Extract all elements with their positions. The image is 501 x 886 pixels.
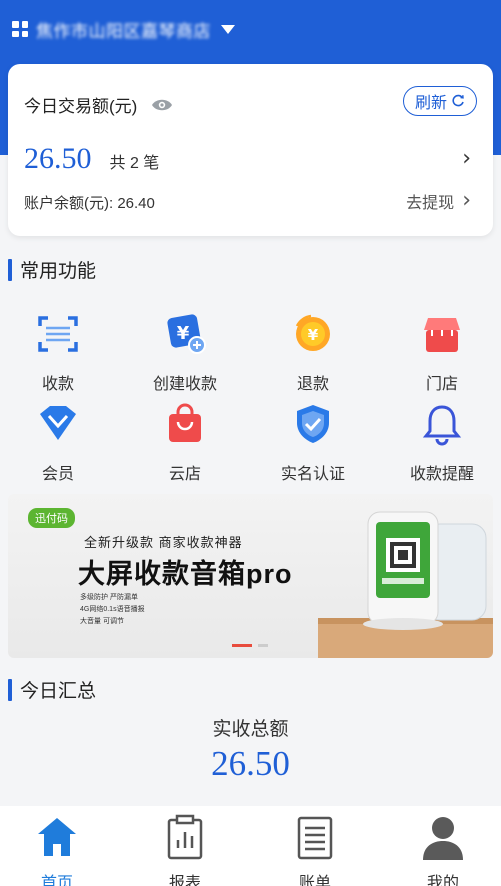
func-label: 会员 <box>41 466 74 483</box>
promo-banner[interactable]: 迅付码 全新升级款 商家收款神器 大屏收款音箱pro 多级防护 严防漏单 4G网… <box>8 494 493 658</box>
account-balance: 账户余额(元): 26.40 <box>24 195 155 212</box>
tab-report[interactable]: 报表 <box>140 814 230 886</box>
caret-down-icon <box>221 24 235 34</box>
withdraw-label: 去提现 <box>406 194 455 212</box>
section-today-summary: 今日汇总 <box>8 676 96 703</box>
tab-profile[interactable]: 我的 <box>398 814 488 886</box>
bell-icon <box>422 405 462 446</box>
card-title: 今日交易额(元) <box>24 97 138 116</box>
section-common-functions: 常用功能 <box>8 256 96 283</box>
eye-icon[interactable] <box>151 98 173 112</box>
report-icon <box>167 814 203 860</box>
store-name: 焦作市山阳区嘉琴商店 <box>36 21 211 41</box>
func-payment-reminder[interactable]: 收款提醒 <box>392 402 492 484</box>
refresh-icon <box>452 94 464 107</box>
func-label: 收款提醒 <box>409 466 474 483</box>
func-label: 云店 <box>168 466 201 483</box>
func-cloud-store[interactable]: 云店 <box>135 402 235 484</box>
func-store[interactable]: 门店 <box>392 312 492 394</box>
scan-icon <box>38 316 78 352</box>
banner-indicator <box>258 644 268 647</box>
transaction-count: 共 2 笔 <box>109 155 160 172</box>
create-payment-icon: ¥ <box>167 314 206 354</box>
amount-row[interactable]: 26.50 共 2 笔 <box>24 142 159 176</box>
store-selector[interactable]: 焦作市山阳区嘉琴商店 <box>12 14 235 44</box>
summary-amount: 26.50 <box>211 744 290 783</box>
section-accent-bar <box>8 678 12 701</box>
withdraw-link[interactable]: 去提现 › <box>406 188 471 213</box>
today-card: 今日交易额(元) 刷新 26.50 共 2 笔 › 账户余额(元): 26.40… <box>8 64 493 236</box>
store-icon <box>424 318 460 352</box>
func-label: 创建收款 <box>152 376 217 393</box>
banner-logo: 迅付码 <box>28 508 75 528</box>
banner-subtitle: 全新升级款 商家收款神器 <box>84 535 243 550</box>
section-title: 常用功能 <box>20 261 97 282</box>
func-create-payment[interactable]: ¥ 创建收款 <box>135 312 235 394</box>
bill-icon <box>297 816 333 860</box>
home-icon <box>38 818 76 856</box>
tab-label: 我的 <box>426 875 459 886</box>
diamond-icon <box>40 406 76 440</box>
section-title: 今日汇总 <box>20 681 97 702</box>
banner-feature: 4G网络0.1s语音播报 <box>80 606 145 613</box>
svg-text:¥: ¥ <box>177 323 190 344</box>
today-amount: 26.50 <box>24 142 92 175</box>
func-label: 实名认证 <box>280 466 345 483</box>
func-real-name[interactable]: 实名认证 <box>263 402 363 484</box>
func-label: 收款 <box>41 376 74 393</box>
profile-icon <box>423 817 463 860</box>
banner-indicator-active <box>232 644 252 647</box>
speaker-device-image <box>318 511 493 658</box>
func-refund[interactable]: ¥ 退款 <box>263 312 363 394</box>
shield-check-icon <box>297 405 329 443</box>
card-title-row: 今日交易额(元) <box>24 92 173 117</box>
tab-label: 账单 <box>298 875 331 886</box>
chevron-right-icon: › <box>462 188 471 213</box>
section-accent-bar <box>8 258 12 281</box>
grid-icon <box>12 21 28 37</box>
func-label: 门店 <box>425 376 458 393</box>
tab-label: 报表 <box>168 875 201 886</box>
bottom-tab-bar: 首页 报表 账单 我的 <box>0 806 501 886</box>
func-collect[interactable]: 收款 <box>8 312 108 394</box>
banner-feature: 大音量 可调节 <box>80 618 124 625</box>
shopping-bag-icon <box>169 403 201 442</box>
refresh-label: 刷新 <box>414 95 447 112</box>
func-member[interactable]: 会员 <box>8 402 108 484</box>
status-bar <box>0 0 501 12</box>
tab-home[interactable]: 首页 <box>12 814 102 886</box>
chevron-right-icon[interactable]: › <box>462 146 471 171</box>
refresh-button[interactable]: 刷新 <box>403 86 477 116</box>
svg-text:¥: ¥ <box>308 326 319 344</box>
summary-label: 实收总额 <box>212 719 289 740</box>
refund-coin-icon: ¥ <box>295 314 330 351</box>
tab-label: 首页 <box>40 875 73 886</box>
tab-bill[interactable]: 账单 <box>270 814 360 886</box>
func-label: 退款 <box>296 376 329 393</box>
banner-headline: 大屏收款音箱pro <box>78 559 293 589</box>
banner-feature: 多级防护 严防漏单 <box>80 594 138 601</box>
